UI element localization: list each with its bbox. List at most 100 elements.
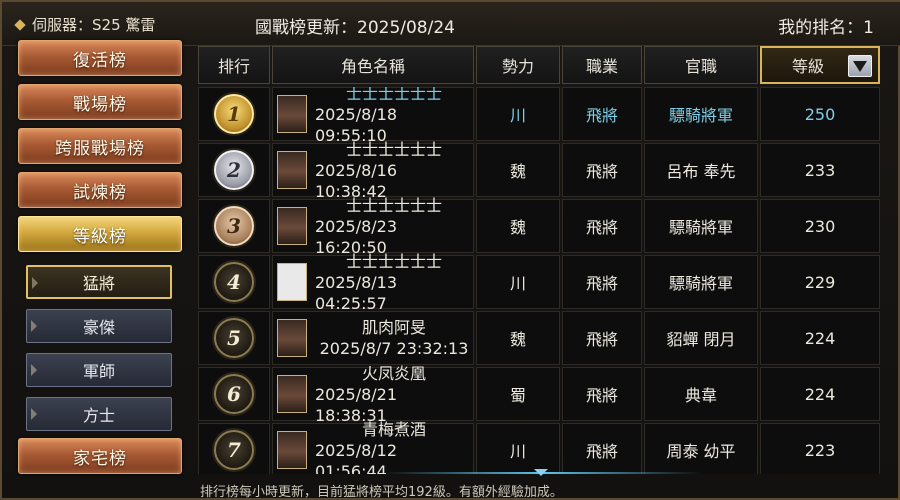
rank-medal-icon: 6 [214, 374, 254, 414]
diamond-icon [14, 18, 26, 31]
table-row[interactable]: 1 士士士士士士 2025/8/18 09:55:10 川飛將 驃騎將軍 250 [198, 87, 882, 145]
rank-medal-icon: 4 [214, 262, 254, 302]
character-name: 士士士士士士 [345, 139, 442, 159]
name-block: 青梅煮酒 2025/8/12 01:56:44 [315, 419, 473, 475]
job-cell: 飛將 [562, 255, 642, 309]
name-cell: 青梅煮酒 2025/8/12 01:56:44 [272, 420, 474, 474]
header-faction: 勢力 [476, 46, 560, 84]
update-date: 國戰榜更新：2025/08/24 [255, 18, 455, 38]
title-cell: 周泰 幼平 [644, 423, 758, 474]
character-avatar[interactable] [277, 431, 307, 469]
faction-cell: 魏 [476, 143, 560, 197]
character-avatar[interactable] [277, 95, 307, 133]
ranking-table: 排行 角色名稱 勢力 職業 官職 等級 1 士士士士士士 2025/8/18 09:… [198, 46, 882, 474]
table-header: 排行 角色名稱 勢力 職業 官職 等級 [198, 46, 882, 86]
server-text: 伺服器：S25 驚雷 [32, 16, 156, 34]
header-level-label: 等級 [792, 57, 825, 76]
category-level[interactable]: 等級榜 [18, 216, 182, 252]
title-cell: 典韋 [644, 367, 758, 421]
category-home[interactable]: 家宅榜 [18, 438, 182, 474]
table-row[interactable]: 2 士士士士士士 2025/8/16 10:38:42 魏飛將 呂布 奉先 233 [198, 140, 882, 201]
table-row[interactable]: 4 士士士士士士 2025/8/13 04:25:57 川飛將 驃騎將軍 229 [198, 252, 882, 313]
table-body: 1 士士士士士士 2025/8/18 09:55:10 川飛將 驃騎將軍 250 2 士士士士… [198, 87, 882, 474]
character-avatar[interactable] [277, 207, 307, 245]
subtab-label: 方士 [82, 406, 115, 425]
character-name: 士士士士士士 [345, 195, 442, 215]
character-name: 士士士士士士 [345, 87, 442, 103]
subtab-label: 軍師 [82, 362, 115, 381]
rank-medal-icon: 7 [214, 430, 254, 470]
rank-cell: 7 [198, 423, 270, 474]
subtab-hero[interactable]: 豪傑 [26, 309, 172, 343]
level-cell: 230 [760, 199, 880, 253]
job-cell: 飛將 [562, 311, 642, 365]
table-row[interactable]: 6 火凤炎凰 2025/8/21 18:38:31 蜀飛將 典韋 224 [198, 364, 882, 425]
level-cell: 223 [760, 423, 880, 474]
title-cell: 驃騎將軍 [644, 87, 758, 141]
job-cell: 飛將 [562, 143, 642, 197]
chevron-right-icon [31, 320, 37, 332]
job-cell: 飛將 [562, 199, 642, 253]
category-cross-server-battlefield[interactable]: 跨服戰場榜 [18, 128, 182, 164]
faction-cell: 川 [476, 255, 560, 309]
category-revive[interactable]: 復活榜 [18, 40, 182, 76]
rank-medal-icon: 1 [214, 94, 254, 134]
character-name: 火凤炎凰 [361, 363, 426, 383]
rank-cell: 1 [198, 87, 270, 141]
rank-medal-icon: 2 [214, 150, 254, 190]
rank-cell: 2 [198, 143, 270, 197]
subtab-label: 猛將 [82, 274, 115, 293]
subtab-warrior[interactable]: 猛將 [26, 265, 172, 299]
character-avatar[interactable] [277, 151, 307, 189]
chevron-right-icon [31, 364, 37, 376]
record-time: 2025/8/12 01:56:44 [315, 440, 398, 475]
triangle-down-icon [853, 60, 867, 72]
character-avatar[interactable] [277, 319, 307, 357]
name-block: 火凤炎凰 2025/8/21 18:38:31 [315, 363, 473, 426]
rank-cell: 4 [198, 255, 270, 309]
rank-medal-icon: 5 [214, 318, 254, 358]
server-label: 伺服器：S25 驚雷 [14, 14, 156, 35]
my-rank: 我的排名：1 [778, 18, 874, 38]
record-time: 2025/8/13 04:25:57 [315, 272, 398, 313]
subtab-label: 豪傑 [82, 318, 115, 337]
subtab-strategist[interactable]: 軍師 [26, 353, 172, 387]
character-avatar[interactable] [277, 375, 307, 413]
table-row[interactable]: 3 士士士士士士 2025/8/23 16:20:50 魏飛將 驃騎將軍 230 [198, 196, 882, 257]
title-cell: 驃騎將軍 [644, 199, 758, 253]
header-name: 角色名稱 [272, 46, 474, 84]
chevron-right-icon [31, 408, 37, 420]
header-job: 職業 [562, 46, 642, 84]
character-avatar[interactable] [277, 263, 307, 301]
sort-dropdown-button[interactable] [848, 55, 872, 77]
rank-medal-icon: 3 [214, 206, 254, 246]
rank-cell: 5 [198, 311, 270, 365]
rank-cell: 6 [198, 367, 270, 421]
faction-cell: 魏 [476, 199, 560, 253]
level-cell: 224 [760, 367, 880, 421]
record-time: 2025/8/7 23:32:13 [319, 339, 469, 358]
title-cell: 驃騎將軍 [644, 255, 758, 309]
name-cell: 火凤炎凰 2025/8/21 18:38:31 [272, 364, 474, 425]
name-cell: 士士士士士士 2025/8/23 16:20:50 [272, 196, 474, 257]
category-trial[interactable]: 試煉榜 [18, 172, 182, 208]
subtab-mage[interactable]: 方士 [26, 397, 172, 431]
faction-cell: 蜀 [476, 367, 560, 421]
name-cell: 肌肉阿旻 2025/8/7 23:32:13 [272, 311, 474, 365]
faction-cell: 川 [476, 423, 560, 474]
table-row[interactable]: 7 青梅煮酒 2025/8/12 01:56:44 川飛將 周泰 幼平 223 [198, 420, 882, 474]
job-cell: 飛將 [562, 87, 642, 141]
name-cell: 士士士士士士 2025/8/18 09:55:10 [272, 87, 474, 145]
category-battlefield[interactable]: 戰場榜 [18, 84, 182, 120]
job-cell: 飛將 [562, 423, 642, 474]
name-cell: 士士士士士士 2025/8/16 10:38:42 [272, 140, 474, 201]
table-row[interactable]: 5 肌肉阿旻 2025/8/7 23:32:13 魏飛將 貂蟬 閉月 224 [198, 311, 882, 365]
header-title: 官職 [644, 46, 758, 84]
name-block: 士士士士士士 2025/8/18 09:55:10 [315, 87, 473, 146]
chevron-right-icon [32, 277, 38, 289]
header-level-sort[interactable]: 等級 [760, 46, 880, 84]
scroll-down-indicator-icon[interactable] [534, 469, 548, 476]
title-cell: 貂蟬 閉月 [644, 311, 758, 365]
ranking-category-menu: 復活榜 戰場榜 跨服戰場榜 試煉榜 等級榜 猛將 豪傑 軍師 方士 家宅榜 [14, 40, 186, 474]
name-block: 肌肉阿旻 2025/8/7 23:32:13 [315, 317, 473, 359]
